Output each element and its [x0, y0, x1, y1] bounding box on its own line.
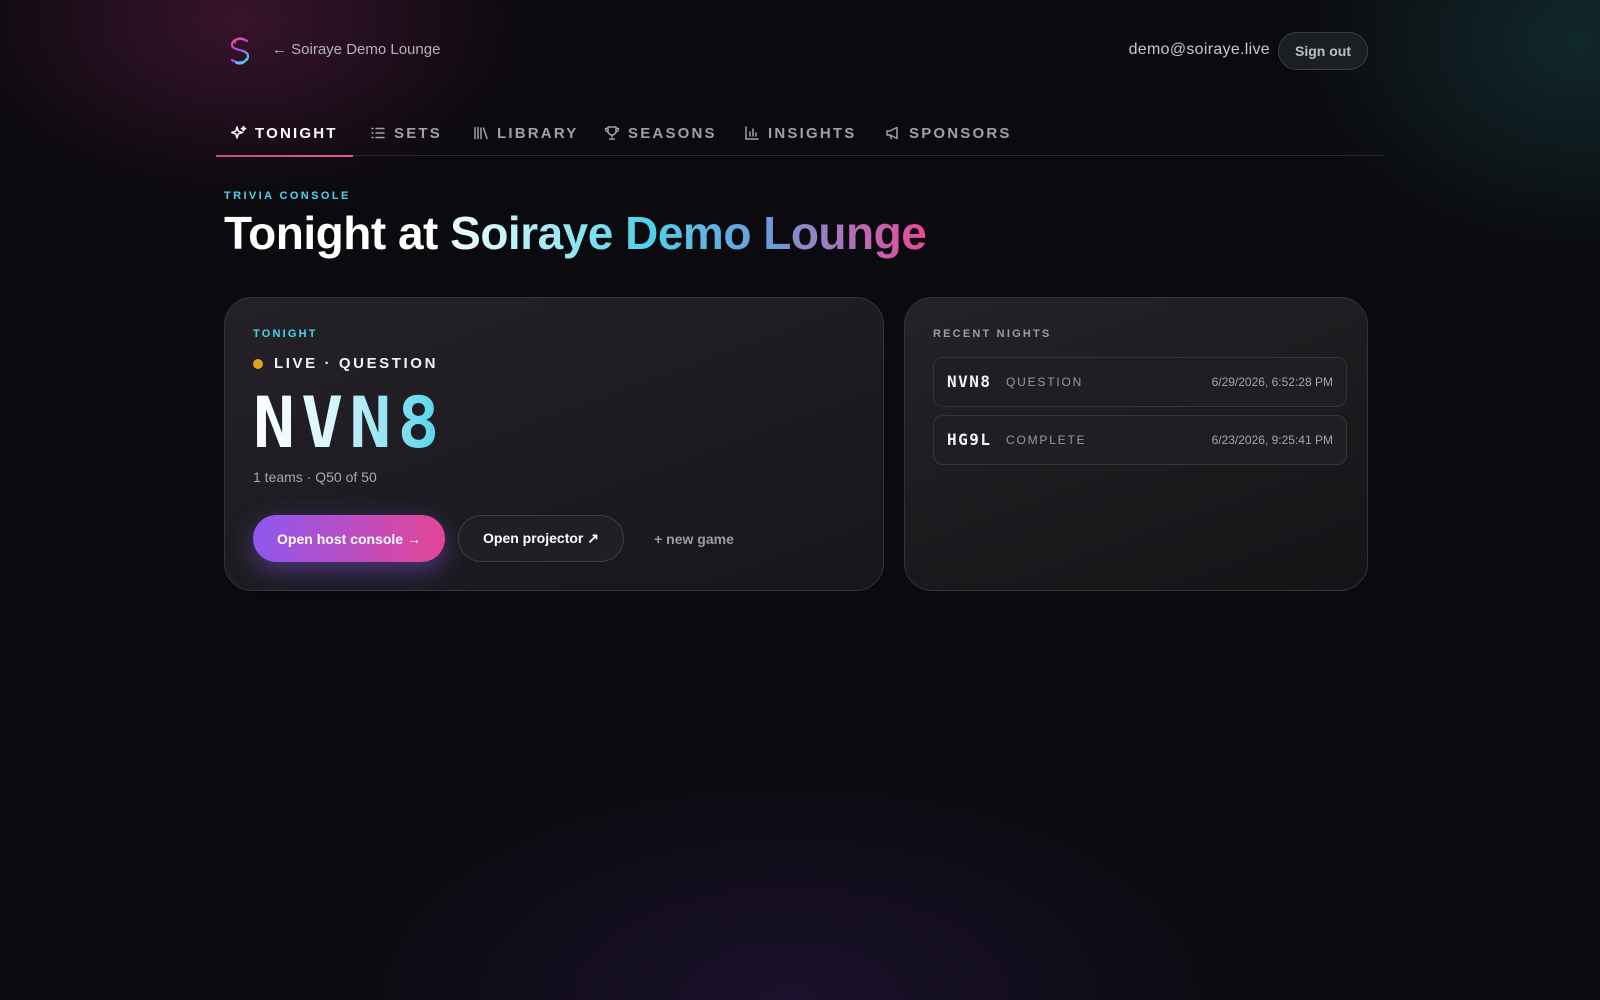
- recent-game-date: 6/29/2026, 6:52:28 PM: [1211, 375, 1333, 389]
- game-status-text: LIVE · QUESTION: [274, 355, 439, 372]
- live-status-dot: [253, 358, 263, 369]
- recent-game-code: HG9L: [947, 430, 992, 449]
- new-game-button[interactable]: + new game: [639, 515, 749, 562]
- soiraye-logo: [230, 37, 250, 65]
- tab-sponsors[interactable]: SPONSORS: [885, 110, 1012, 156]
- tab-label: SPONSORS: [909, 124, 1012, 142]
- user-email: demo@soiraye.live: [1128, 41, 1270, 58]
- tab-label: LIBRARY: [497, 124, 579, 142]
- recent-nights-card: RECENT NIGHTS NVN8 QUESTION 6/29/2026, 6…: [904, 297, 1368, 591]
- recent-game-code: NVN8: [947, 372, 992, 391]
- recent-game-status: COMPLETE: [1006, 433, 1087, 447]
- tab-tonight[interactable]: TONIGHT: [216, 110, 353, 157]
- recent-game-status: QUESTION: [1006, 375, 1084, 389]
- trophy-icon: [604, 126, 620, 140]
- open-host-console-button[interactable]: Open host console →: [253, 515, 445, 562]
- tab-seasons[interactable]: SEASONS: [604, 110, 717, 156]
- tab-sets[interactable]: SETS: [370, 110, 442, 156]
- list-item[interactable]: NVN8 QUESTION 6/29/2026, 6:52:28 PM: [933, 357, 1347, 407]
- tab-label: TONIGHT: [255, 124, 338, 142]
- tab-label: INSIGHTS: [768, 124, 857, 142]
- game-status: LIVE · QUESTION: [253, 355, 438, 372]
- tab-library[interactable]: LIBRARY: [473, 110, 579, 156]
- megaphone-icon: [886, 126, 898, 140]
- page-eyebrow: TRIVIA CONSOLE: [224, 190, 351, 202]
- game-meta: 1 teams · Q50 of 50: [253, 469, 377, 485]
- tab-label: SEASONS: [628, 124, 717, 142]
- list-item[interactable]: HG9L COMPLETE 6/23/2026, 9:25:41 PM: [933, 415, 1347, 465]
- sparkles-icon: [231, 125, 247, 139]
- card-label: TONIGHT: [253, 328, 318, 340]
- tab-label: SETS: [394, 124, 442, 142]
- app-container: ← Soiraye Demo Lounge demo@soiraye.live …: [216, 0, 1384, 1000]
- back-to-venue-link[interactable]: ← Soiraye Demo Lounge: [272, 41, 440, 58]
- header: ← Soiraye Demo Lounge demo@soiraye.live …: [216, 30, 1376, 72]
- list-icon: [371, 127, 385, 139]
- tonight-card: TONIGHT LIVE · QUESTION NVN8 1 teams · Q…: [224, 297, 884, 591]
- main-nav: TONIGHT SETS LIBRARY SEASONS INSIGHTS SP…: [216, 110, 1384, 157]
- card-label: RECENT NIGHTS: [933, 328, 1052, 340]
- game-code: NVN8: [253, 378, 446, 468]
- tab-insights[interactable]: INSIGHTS: [744, 110, 856, 156]
- page-title: Tonight at Soiraye Demo Lounge: [224, 207, 927, 259]
- library-icon: [474, 126, 488, 140]
- recent-game-date: 6/23/2026, 9:25:41 PM: [1211, 433, 1333, 447]
- open-projector-button[interactable]: Open projector ↗: [458, 515, 624, 562]
- sign-out-button[interactable]: Sign out: [1278, 32, 1368, 70]
- bar-chart-icon: [745, 126, 759, 140]
